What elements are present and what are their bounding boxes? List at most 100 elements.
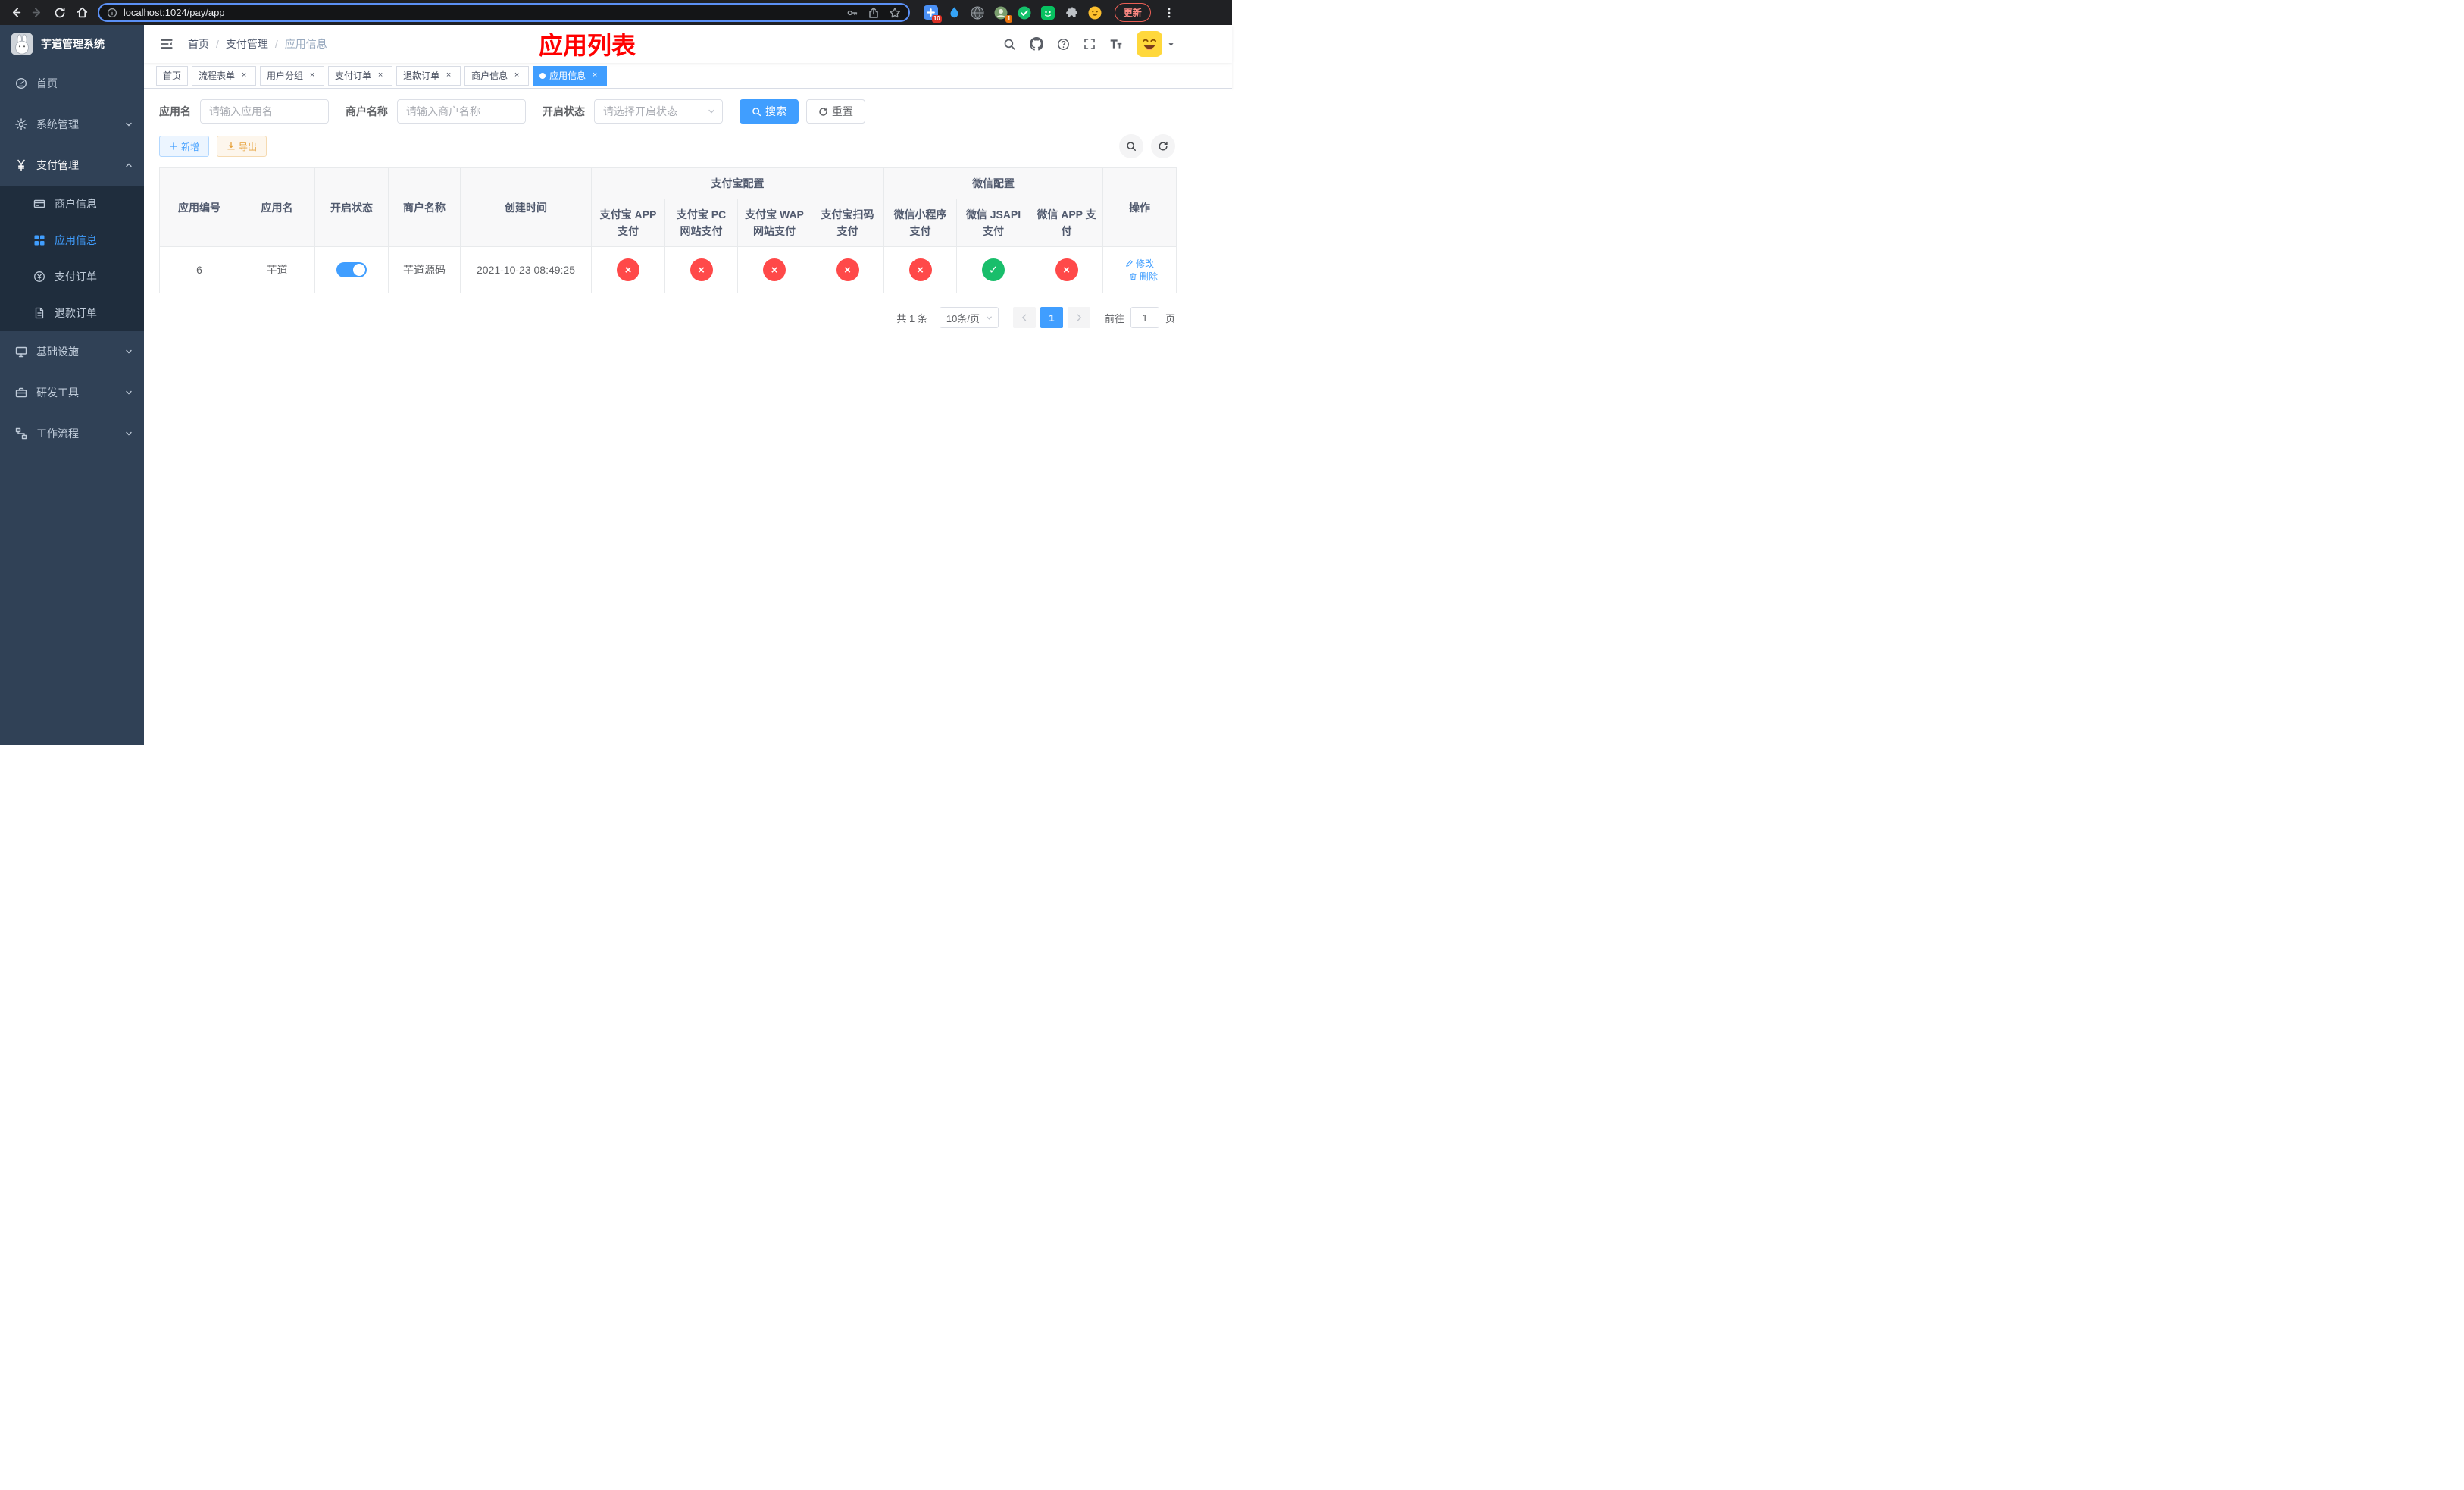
fullscreen-icon[interactable]: [1083, 38, 1096, 50]
extension-icon-emoji-face[interactable]: [1088, 5, 1102, 20]
status-select[interactable]: 请选择开启状态: [594, 99, 723, 124]
yen-icon: [17, 159, 25, 171]
pay-order-icon: [34, 271, 45, 282]
tab-close-icon[interactable]: ×: [375, 70, 386, 81]
tab-payment-order[interactable]: 支付订单 ×: [328, 65, 393, 86]
sidebar-subitem-refund-order[interactable]: 退款订单: [0, 295, 144, 331]
pagination: 共 1 条 10条/页 1 前往 页: [159, 307, 1175, 328]
help-icon[interactable]: [1057, 38, 1070, 51]
browser-home-button[interactable]: [73, 3, 92, 23]
sidebar-item-system[interactable]: 系统管理: [0, 104, 144, 145]
prev-page-button[interactable]: [1012, 307, 1036, 328]
sidebar-item-devtools[interactable]: 研发工具: [0, 372, 144, 413]
col-header-merchant: 商户名称: [388, 167, 461, 247]
app-name-input[interactable]: [200, 99, 329, 124]
col-header-ops: 操作: [1102, 167, 1177, 247]
chevron-down-icon: [126, 390, 132, 395]
next-page-button[interactable]: [1067, 307, 1090, 328]
refresh-table-button[interactable]: [1151, 134, 1175, 158]
chevron-right-icon: [1077, 314, 1082, 321]
toggle-search-button[interactable]: [1119, 134, 1143, 158]
tab-close-icon[interactable]: ×: [239, 70, 249, 81]
app-title: 芋道管理系统: [41, 38, 105, 50]
bookmark-star-icon[interactable]: [889, 7, 901, 19]
browser-forward-button[interactable]: [28, 3, 47, 23]
extension-icon-blue-plus[interactable]: 10: [923, 5, 942, 23]
tab-close-icon[interactable]: ×: [443, 70, 454, 81]
wechat-app-status-icon: ×: [1055, 258, 1078, 281]
sidebar-item-infrastructure[interactable]: 基础设施: [0, 331, 144, 372]
site-info-icon[interactable]: [107, 8, 117, 18]
font-size-icon[interactable]: [1109, 37, 1123, 51]
extension-icon-profile[interactable]: 1: [994, 5, 1012, 23]
monitor-icon: [15, 346, 27, 358]
tab-app-info[interactable]: 应用信息 ×: [533, 65, 608, 86]
payment-submenu: 商户信息 应用信息 支付订单 退款订单: [0, 186, 144, 331]
sidebar-item-home[interactable]: 首页: [0, 63, 144, 104]
extension-icon-water-drop[interactable]: [947, 5, 962, 20]
sidebar-item-workflow[interactable]: 工作流程: [0, 413, 144, 454]
search-button[interactable]: 搜索: [740, 99, 799, 124]
active-tab-dot: [539, 72, 546, 79]
tab-close-icon[interactable]: ×: [307, 70, 317, 81]
merchant-name-input[interactable]: [397, 99, 526, 124]
sidebar-item-label: 基础设施: [36, 346, 79, 358]
address-bar[interactable]: localhost:1024/pay/app: [97, 3, 910, 22]
tab-user-group[interactable]: 用户分组 ×: [260, 65, 325, 86]
app-name-label: 应用名: [159, 105, 191, 117]
tab-label: 首页: [163, 70, 182, 81]
tags-view: 首页 流程表单 × 用户分组 × 支付订单 × 退款订单 × 商户信息 × 应用…: [144, 63, 1232, 89]
tab-process-form[interactable]: 流程表单 ×: [192, 65, 257, 86]
alipay-pc-status-icon: ×: [689, 258, 713, 281]
add-button[interactable]: 新增: [159, 136, 210, 157]
tab-merchant-info[interactable]: 商户信息 ×: [464, 65, 530, 86]
github-icon[interactable]: [1030, 37, 1043, 51]
browser-menu-button[interactable]: [1160, 3, 1179, 23]
browser-update-button[interactable]: 更新: [1114, 3, 1151, 22]
sidebar-subitem-app-info[interactable]: 应用信息: [0, 222, 144, 258]
sidebar-toggle-button[interactable]: [153, 30, 180, 58]
share-icon[interactable]: [868, 7, 880, 19]
extensions-puzzle-icon[interactable]: [1065, 5, 1079, 20]
browser-back-button[interactable]: [6, 3, 25, 23]
user-menu[interactable]: [1137, 31, 1175, 57]
col-header-alipay-pc: 支付宝 PC 网站支付: [664, 199, 738, 247]
tab-close-icon[interactable]: ×: [589, 70, 600, 81]
sidebar-item-label: 首页: [36, 77, 58, 89]
extension-icon-green-check[interactable]: [1018, 5, 1032, 20]
browser-reload-button[interactable]: [50, 3, 69, 23]
extension-icon-green-chat[interactable]: [1041, 5, 1055, 20]
sidebar-subitem-merchant-info[interactable]: 商户信息: [0, 186, 144, 222]
page-size-select[interactable]: 10条/页: [939, 307, 999, 328]
password-key-icon[interactable]: [846, 7, 858, 19]
page-number-button[interactable]: 1: [1040, 307, 1063, 328]
pagination-total: 共 1 条: [896, 312, 927, 324]
credit-card-icon: [33, 199, 45, 208]
tab-close-icon[interactable]: ×: [511, 70, 522, 81]
edit-button[interactable]: 修改: [1125, 257, 1154, 270]
export-button[interactable]: 导出: [217, 136, 267, 157]
col-header-wechat-mini: 微信小程序支付: [883, 199, 957, 247]
sidebar-item-payment[interactable]: 支付管理: [0, 145, 144, 186]
page-content: 应用名 商户名称 开启状态 请选择开启状态 搜索: [144, 89, 1232, 745]
search-icon: [1127, 142, 1136, 151]
app-logo-link[interactable]: 芋道管理系统: [0, 25, 144, 63]
table-row: 6 芋道 芋道源码 2021-10-23 08:49:25 × × × × × …: [159, 246, 1177, 293]
gear-icon: [15, 118, 27, 130]
extension-icon-globe[interactable]: [971, 5, 985, 20]
sidebar-item-label: 支付订单: [55, 271, 97, 283]
reset-button[interactable]: 重置: [806, 99, 865, 124]
tab-home[interactable]: 首页: [156, 65, 189, 86]
breadcrumb-separator: /: [216, 38, 219, 50]
goto-page-input[interactable]: [1130, 307, 1159, 328]
delete-button[interactable]: 删除: [1129, 270, 1158, 283]
search-icon[interactable]: [1003, 38, 1016, 51]
sidebar-subitem-payment-order[interactable]: 支付订单: [0, 258, 144, 295]
breadcrumb-home[interactable]: 首页: [188, 36, 209, 52]
refresh-icon: [1159, 141, 1168, 151]
tab-refund-order[interactable]: 退款订单 ×: [396, 65, 461, 86]
status-switch[interactable]: [336, 262, 367, 277]
sidebar-item-label: 应用信息: [55, 234, 97, 246]
chevron-down-icon: [708, 109, 714, 114]
breadcrumb-payment: 支付管理: [225, 38, 268, 50]
